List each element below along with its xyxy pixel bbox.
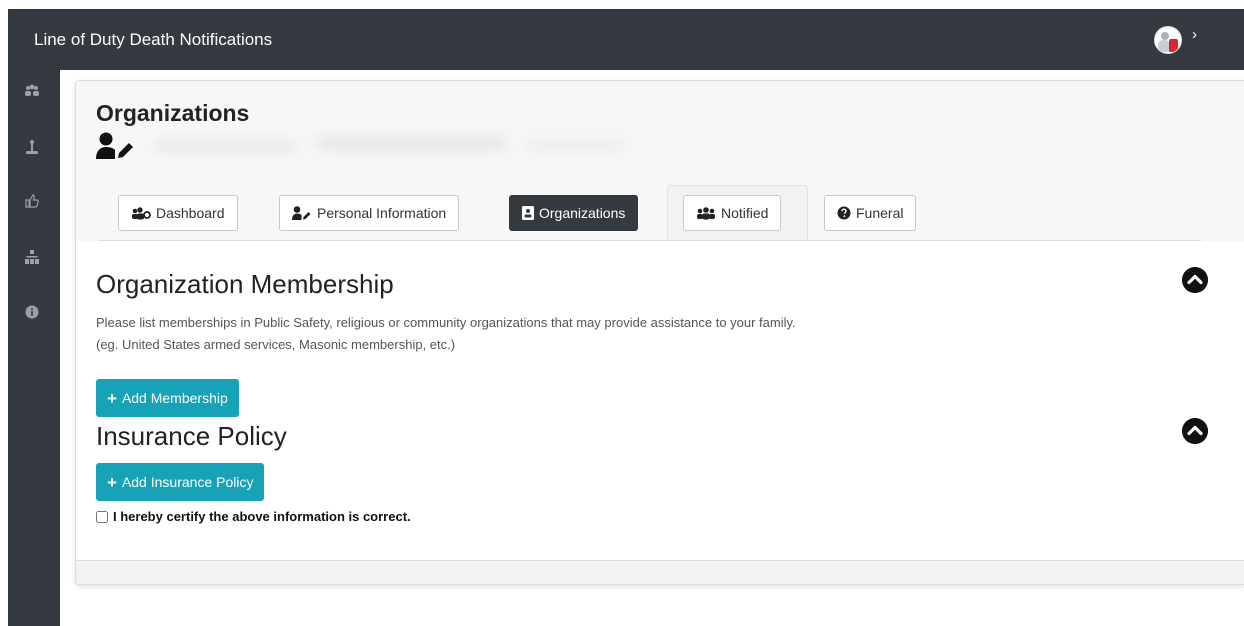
plus-icon: + — [107, 472, 117, 492]
avatar-head — [1161, 32, 1169, 40]
add-insurance-policy-button[interactable]: + Add Insurance Policy — [96, 463, 265, 501]
question-circle-icon — [837, 206, 851, 220]
tab-divider — [98, 240, 1201, 241]
certify-label: I hereby certify the above information i… — [113, 509, 411, 524]
user-edit-icon — [96, 132, 133, 159]
add-membership-button[interactable]: + Add Membership — [96, 379, 239, 417]
main-card: Organizations Dashboard Personal Informa… — [75, 80, 1244, 585]
tab-organizations-label: Organizations — [539, 205, 626, 221]
tab-dashboard-label: Dashboard — [156, 205, 225, 221]
app-title: Line of Duty Death Notifications — [34, 30, 273, 49]
top-navbar: Line of Duty Death Notifications › — [8, 9, 1244, 70]
chevron-up-icon[interactable] — [1182, 267, 1208, 293]
tab-organizations[interactable]: Organizations — [509, 195, 639, 231]
tab-notified[interactable]: Notified — [683, 195, 782, 231]
membership-description-line2: (eg. United States armed services, Mason… — [96, 337, 456, 352]
membership-title: Organization Membership — [96, 269, 394, 299]
page-title: Organizations — [96, 100, 250, 126]
insurance-title: Insurance Policy — [96, 421, 287, 451]
user-edit-icon — [292, 206, 311, 220]
member-name-redacted — [146, 126, 636, 166]
left-gutter — [0, 0, 8, 626]
card-header: Organizations Dashboard Personal Informa… — [76, 81, 1244, 241]
tab-notified-label: Notified — [721, 205, 769, 221]
sidebar-users-cog-icon[interactable] — [24, 84, 40, 100]
certify-checkbox-row[interactable]: I hereby certify the above information i… — [96, 509, 411, 524]
add-insurance-policy-label: Add Insurance Policy — [121, 474, 254, 490]
certify-checkbox[interactable] — [96, 510, 108, 523]
sidebar — [8, 70, 60, 626]
sidebar-thumbs-up-icon[interactable] — [24, 194, 40, 210]
avatar-badge — [1169, 39, 1178, 52]
plus-icon: + — [107, 388, 117, 408]
membership-description-line1: Please list memberships in Public Safety… — [96, 315, 796, 330]
tab-dashboard[interactable]: Dashboard — [118, 195, 238, 231]
tab-funeral[interactable]: Funeral — [824, 195, 917, 231]
chevron-up-icon[interactable] — [1182, 418, 1208, 444]
chevron-right-icon[interactable]: › — [1192, 26, 1197, 43]
card-footer — [76, 560, 1244, 584]
user-avatar[interactable] — [1154, 26, 1182, 54]
tab-funeral-label: Funeral — [856, 205, 904, 221]
tab-personal-information[interactable]: Personal Information — [279, 195, 460, 231]
tab-personal-information-label: Personal Information — [317, 205, 447, 221]
users-icon — [697, 206, 715, 219]
sidebar-memorial-icon[interactable] — [24, 139, 40, 155]
add-membership-label: Add Membership — [121, 390, 228, 406]
sidebar-sitemap-icon[interactable] — [24, 250, 40, 266]
users-cog-icon — [132, 206, 151, 219]
sidebar-info-icon[interactable] — [24, 305, 40, 321]
id-card-icon — [522, 206, 534, 220]
